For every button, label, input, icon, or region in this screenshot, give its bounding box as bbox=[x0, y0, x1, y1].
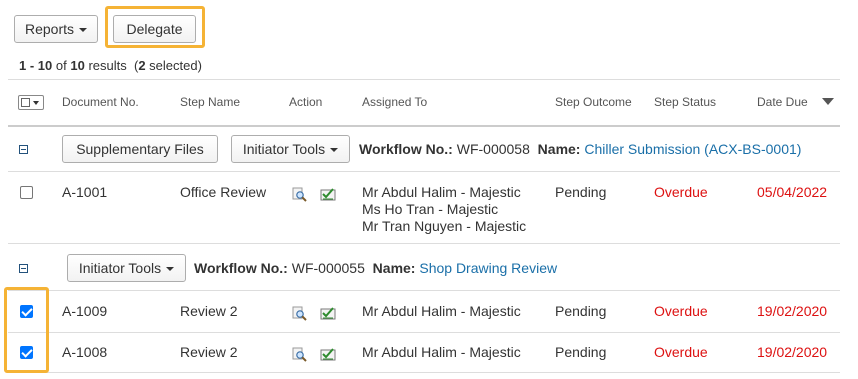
step-outcome: Pending bbox=[555, 303, 607, 319]
document-no[interactable]: A-1008 bbox=[62, 344, 107, 360]
row-checkbox[interactable] bbox=[20, 186, 33, 199]
name-label: Name: bbox=[537, 141, 581, 157]
col-date-due[interactable]: Date Due bbox=[757, 95, 808, 109]
initiator-tools-button[interactable]: Initiator Tools bbox=[231, 135, 350, 163]
date-due: 19/02/2020 bbox=[757, 344, 828, 360]
step-status: Overdue bbox=[654, 303, 708, 319]
row-checkbox[interactable] bbox=[20, 346, 33, 359]
date-due: 05/04/2022 bbox=[757, 184, 828, 200]
supplementary-files-label: Supplementary Files bbox=[76, 141, 204, 157]
delegate-button[interactable]: Delegate bbox=[113, 15, 196, 43]
step-name: Review 2 bbox=[180, 303, 238, 319]
workflow-info: Workflow No.: WF-000058 Name: Chiller Su… bbox=[359, 141, 801, 157]
initiator-tools-button[interactable]: Initiator Tools bbox=[67, 254, 186, 282]
step-status: Overdue bbox=[654, 184, 708, 200]
workflow-info: Workflow No.: WF-000055 Name: Shop Drawi… bbox=[194, 260, 557, 276]
col-action: Action bbox=[289, 95, 323, 109]
assignee: Mr Abdul Halim - Majestic bbox=[362, 184, 521, 200]
select-all-dropdown[interactable] bbox=[18, 95, 44, 110]
selected-count: 2 bbox=[138, 58, 146, 73]
workflow-label: Workflow No.: bbox=[359, 141, 453, 157]
reports-label: Reports bbox=[24, 21, 75, 37]
col-document-no[interactable]: Document No. bbox=[62, 95, 139, 109]
assignee: Ms Ho Tran - Majestic bbox=[362, 201, 499, 217]
view-icon[interactable] bbox=[292, 305, 308, 321]
sort-desc-icon[interactable] bbox=[822, 98, 834, 105]
results-of: of bbox=[55, 58, 67, 73]
step-outcome: Pending bbox=[555, 344, 607, 360]
approve-icon[interactable] bbox=[320, 346, 336, 362]
caret-down-icon bbox=[79, 28, 88, 32]
col-step-status[interactable]: Step Status bbox=[654, 95, 716, 109]
col-assigned-to[interactable]: Assigned To bbox=[362, 95, 427, 109]
assignee: Mr Abdul Halim - Majestic bbox=[362, 344, 521, 360]
step-outcome: Pending bbox=[555, 184, 607, 200]
checkbox-highlight bbox=[4, 287, 49, 373]
collapse-icon[interactable] bbox=[19, 264, 28, 273]
delegate-label: Delegate bbox=[126, 21, 183, 37]
step-name: Office Review bbox=[180, 184, 267, 200]
step-status: Overdue bbox=[654, 344, 708, 360]
collapse-icon[interactable] bbox=[19, 145, 28, 154]
caret-down-icon bbox=[33, 101, 39, 105]
caret-down-icon bbox=[330, 148, 339, 152]
initiator-tools-label: Initiator Tools bbox=[242, 141, 326, 157]
initiator-tools-label: Initiator Tools bbox=[78, 260, 162, 276]
col-step-outcome[interactable]: Step Outcome bbox=[555, 95, 632, 109]
assigned-to: Mr Abdul Halim - Majestic Ms Ho Tran - M… bbox=[362, 184, 526, 235]
approve-icon[interactable] bbox=[320, 186, 336, 202]
select-all-checkbox[interactable] bbox=[21, 98, 30, 107]
row-checkbox[interactable] bbox=[20, 305, 33, 318]
approve-icon[interactable] bbox=[320, 305, 336, 321]
step-name: Review 2 bbox=[180, 344, 238, 360]
results-summary: 1 - 10 of 10 results (2 selected) bbox=[19, 58, 202, 73]
workflow-label: Workflow No.: bbox=[194, 260, 288, 276]
results-total: 10 bbox=[70, 58, 85, 73]
results-range: 1 - 10 bbox=[19, 58, 53, 73]
workflow-name-link[interactable]: Shop Drawing Review bbox=[419, 260, 557, 276]
assignee: Mr Abdul Halim - Majestic bbox=[362, 303, 521, 319]
date-due: 19/02/2020 bbox=[757, 303, 828, 319]
workflow-name-link[interactable]: Chiller Submission (ACX-BS-0001) bbox=[584, 141, 801, 157]
workflow-number: WF-000058 bbox=[456, 141, 530, 157]
name-label: Name: bbox=[372, 260, 416, 276]
results-word: results bbox=[88, 58, 127, 73]
view-icon[interactable] bbox=[292, 346, 308, 362]
supplementary-files-button[interactable]: Supplementary Files bbox=[62, 135, 218, 163]
document-no[interactable]: A-1009 bbox=[62, 303, 107, 319]
assignee: Mr Tran Nguyen - Majestic bbox=[362, 218, 527, 234]
caret-down-icon bbox=[166, 267, 175, 271]
col-step-name[interactable]: Step Name bbox=[180, 95, 240, 109]
reports-button[interactable]: Reports bbox=[14, 15, 98, 43]
selected-suffix: selected) bbox=[149, 58, 202, 73]
view-icon[interactable] bbox=[292, 186, 308, 202]
workflow-number: WF-000055 bbox=[291, 260, 365, 276]
document-no[interactable]: A-1001 bbox=[62, 184, 107, 200]
